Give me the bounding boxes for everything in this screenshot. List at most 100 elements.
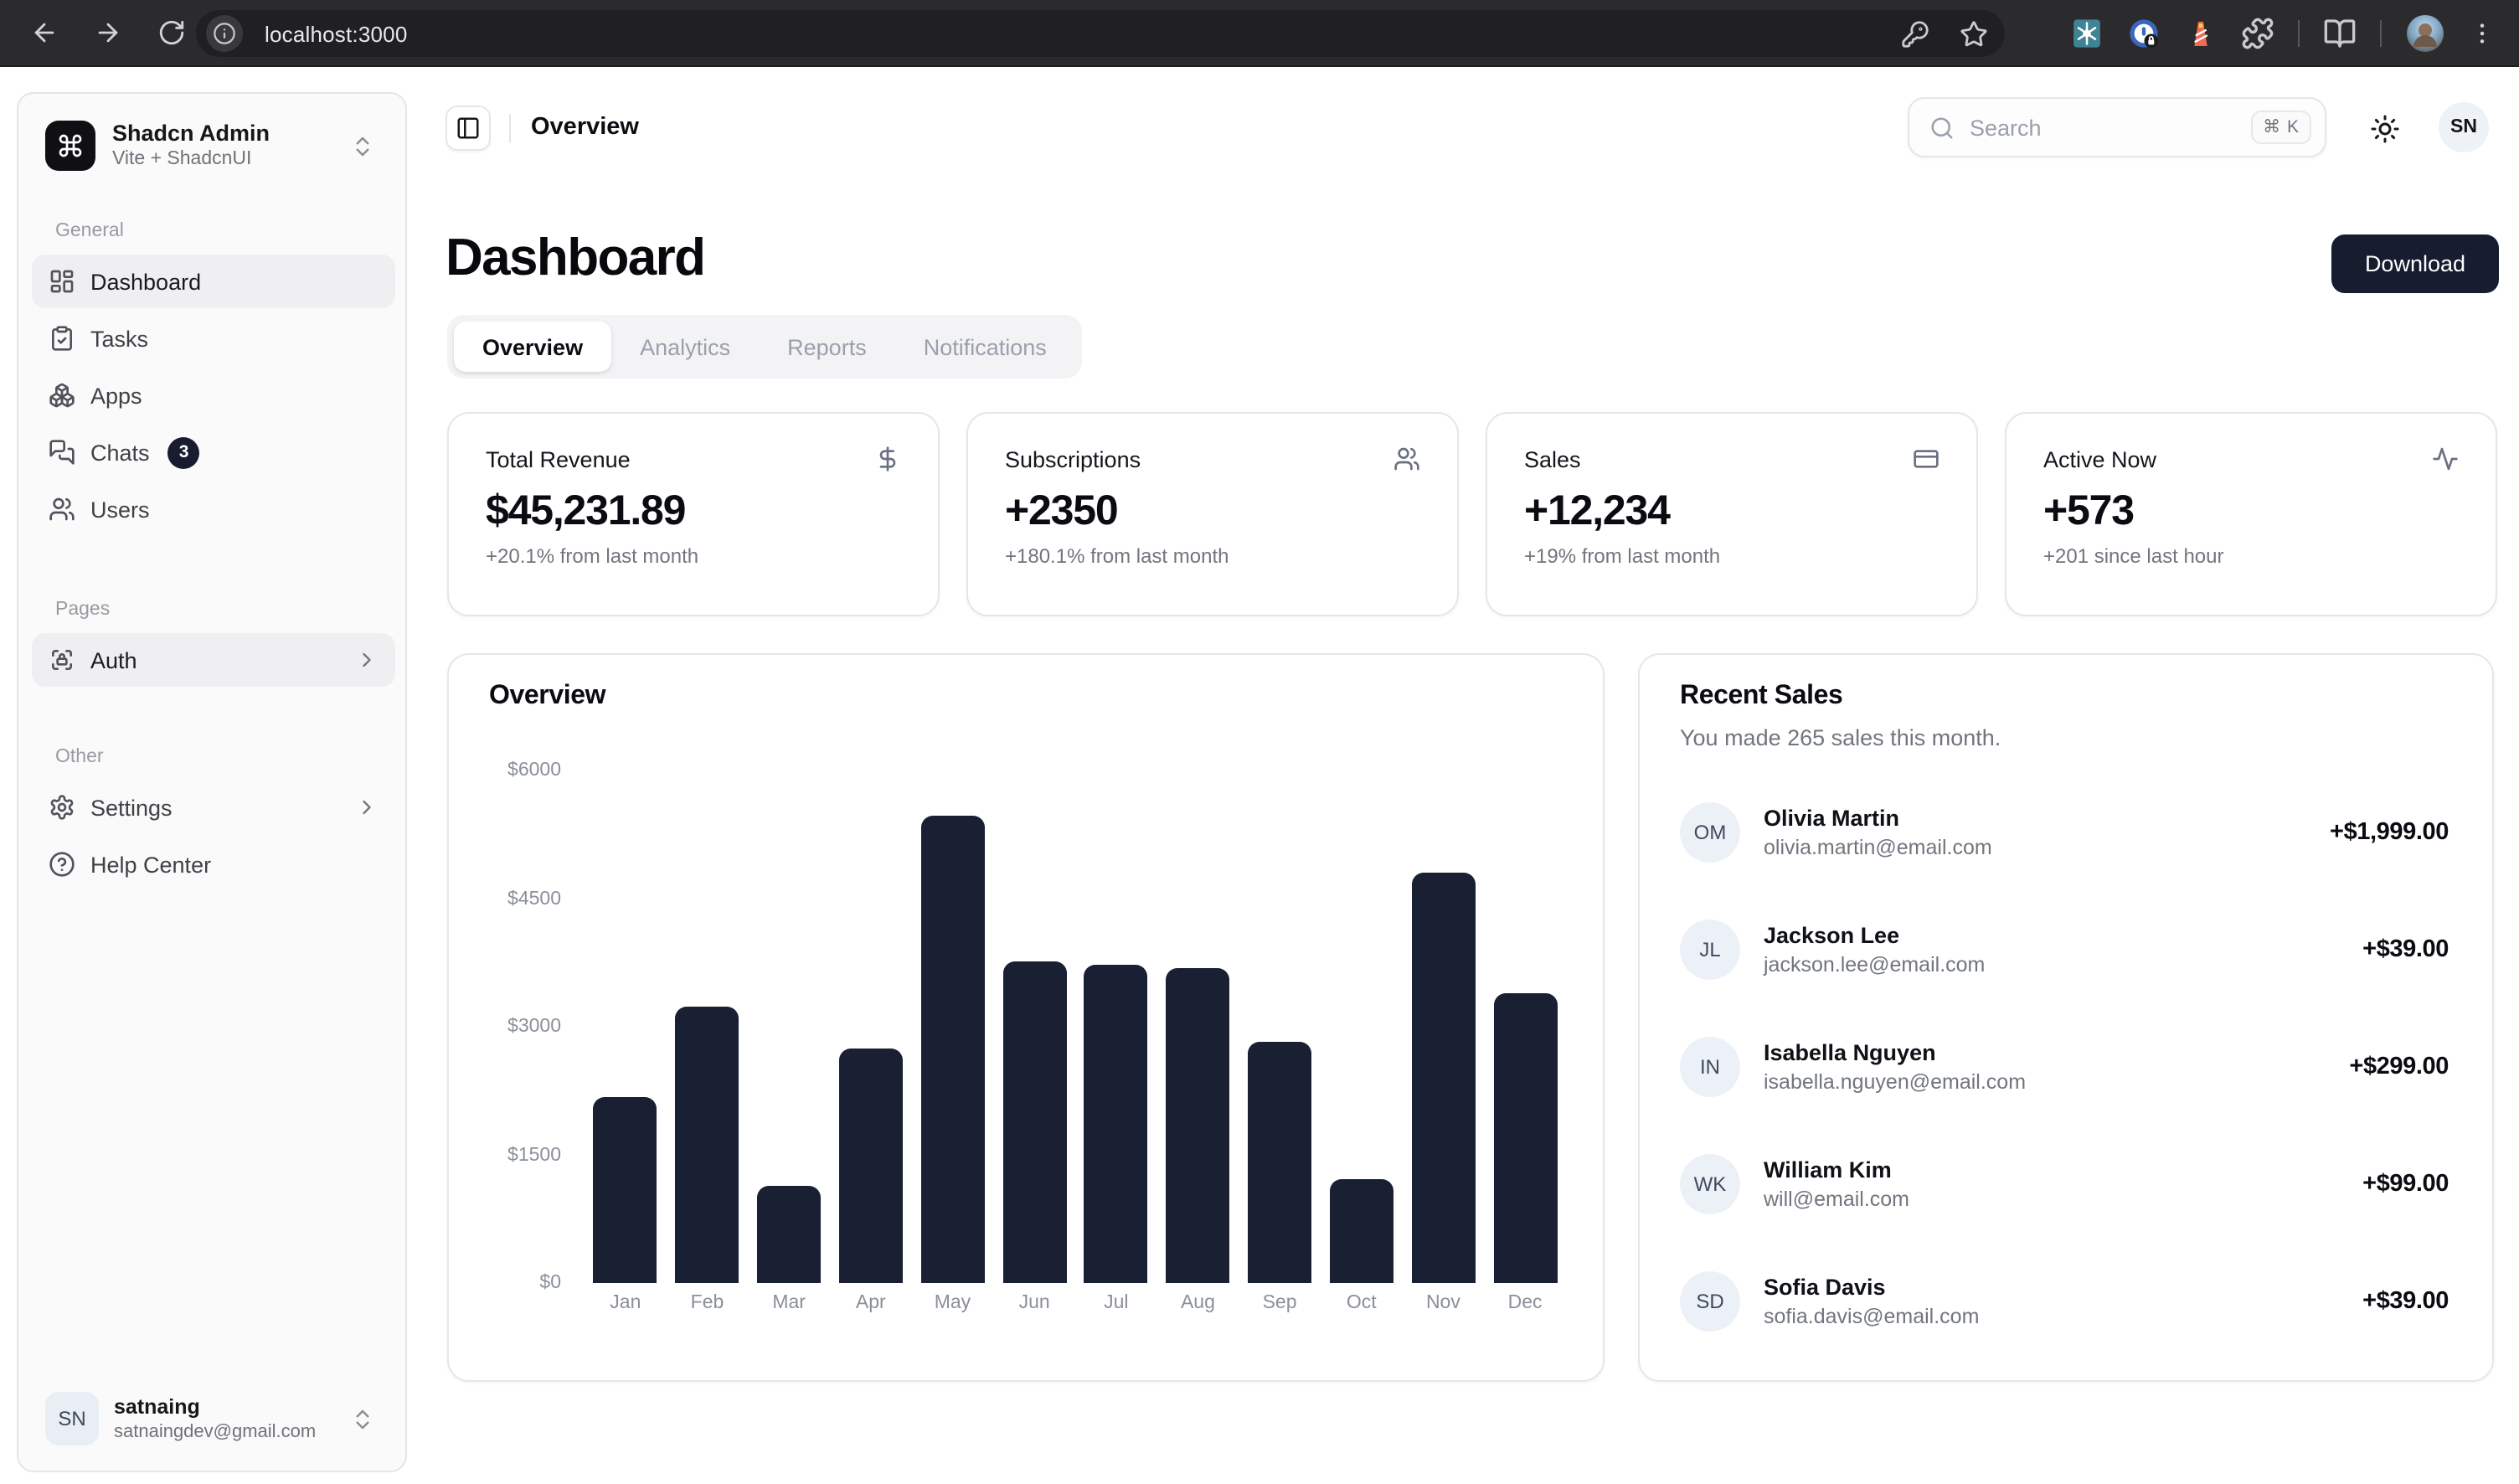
page-title: Dashboard (446, 228, 704, 288)
address-bar[interactable]: localhost:3000 (196, 10, 2005, 57)
layout-dashboard-icon (49, 268, 75, 295)
help-circle-icon (49, 851, 75, 878)
sale-customer-name: Olivia Martin (1764, 803, 1992, 832)
sidebar-item-settings[interactable]: Settings (32, 781, 395, 834)
user-email: satnaingdev@gmail.com (114, 1420, 350, 1443)
stat-card-subscriptions: Subscriptions+2350+180.1% from last mont… (966, 412, 1459, 616)
download-button[interactable]: Download (2331, 234, 2499, 293)
site-info-icon[interactable] (206, 15, 243, 52)
activity-icon (2432, 446, 2459, 472)
bar-slot (830, 770, 912, 1283)
x-tick-label: Dec (1484, 1293, 1566, 1313)
stat-card-value: +12,234 (1524, 487, 1939, 536)
bar-sep (1248, 1042, 1311, 1283)
recent-sales-subtitle: You made 265 sales this month. (1680, 725, 2001, 750)
sidebar-item-dashboard[interactable]: Dashboard (32, 255, 395, 308)
sidebar-item-label: Tasks (90, 326, 148, 351)
onepassword-extension-icon[interactable] (2127, 17, 2161, 50)
sidebar-item-help-center[interactable]: Help Center (32, 837, 395, 891)
sale-meta: Isabella Nguyenisabella.nguyen@email.com (1764, 1038, 2026, 1096)
teal-extension-icon[interactable] (2070, 17, 2104, 50)
sale-avatar: SD (1680, 1271, 1740, 1332)
chevrons-up-down-icon (350, 133, 375, 158)
search-input[interactable] (1955, 115, 2251, 140)
y-tick-label: $3000 (462, 1015, 561, 1038)
key-icon[interactable] (1901, 19, 1929, 48)
star-icon[interactable] (1960, 19, 1988, 48)
bar-slot (993, 770, 1075, 1283)
y-tick-label: $4500 (462, 887, 561, 910)
bar-apr (839, 1049, 903, 1283)
search-icon (1929, 115, 1955, 140)
sale-row-isabella-nguyen: INIsabella Nguyenisabella.nguyen@email.c… (1680, 1008, 2449, 1126)
sale-avatar: OM (1680, 802, 1740, 863)
stat-card-change: +180.1% from last month (1005, 544, 1420, 568)
tab-reports[interactable]: Reports (759, 322, 895, 372)
bar-feb (675, 1007, 739, 1283)
stat-cards: Total Revenue$45,231.89+20.1% from last … (447, 412, 2497, 616)
puzzle-extensions-icon[interactable] (2241, 17, 2274, 50)
sidebar-item-tasks[interactable]: Tasks (32, 312, 395, 365)
back-icon[interactable] (23, 13, 64, 53)
sidebar: Shadcn Admin Vite + ShadcnUI General Dash… (17, 92, 407, 1472)
header-divider (509, 114, 511, 142)
y-tick-label: $1500 (462, 1143, 561, 1167)
users-icon (1393, 446, 1420, 472)
sidebar-item-apps[interactable]: Apps (32, 368, 395, 422)
nav-group-label: Other (18, 737, 405, 777)
x-tick-label: Nov (1403, 1293, 1485, 1313)
stat-card-title: Active Now (2043, 446, 2156, 471)
user-avatar: SN (45, 1392, 99, 1445)
sidebar-item-label: Settings (90, 795, 173, 820)
stat-card-title: Subscriptions (1005, 446, 1141, 471)
bar-jan (594, 1097, 657, 1283)
sale-customer-name: Jackson Lee (1764, 920, 1985, 949)
search-input-wrapper[interactable]: ⌘ K (1908, 97, 2326, 157)
bar-may (920, 816, 984, 1283)
nav-group-label: General (18, 211, 405, 251)
sidebar-item-auth[interactable]: Auth (32, 633, 395, 687)
team-switcher[interactable]: Shadcn Admin Vite + ShadcnUI (32, 107, 392, 184)
command-icon (45, 121, 95, 171)
sale-meta: Jackson Leejackson.lee@email.com (1764, 920, 1985, 979)
stat-card-change: +20.1% from last month (486, 544, 901, 568)
bar-slot (585, 770, 667, 1283)
x-tick-label: Apr (830, 1293, 912, 1313)
stat-card-value: +573 (2043, 487, 2459, 536)
sidebar-item-label: Dashboard (90, 269, 201, 294)
nav-group-label: Pages (18, 590, 405, 630)
stat-card-sales: Sales+12,234+19% from last month (1486, 412, 1978, 616)
sidebar-item-users[interactable]: Users (32, 482, 395, 536)
reading-list-icon[interactable] (2323, 17, 2357, 50)
chevron-right-icon (355, 796, 379, 819)
sidebar-item-label: Users (90, 497, 150, 522)
messages-icon (49, 439, 75, 466)
x-tick-label: Oct (1321, 1293, 1403, 1313)
tab-analytics[interactable]: Analytics (611, 322, 759, 372)
sale-amount: +$299.00 (2349, 1054, 2449, 1080)
lighthouse-extension-icon[interactable] (2184, 17, 2218, 50)
lock-access-icon (49, 647, 75, 673)
sidebar-user-menu[interactable]: SN satnaing satnaingdev@gmail.com (32, 1380, 392, 1457)
sidebar-item-chats[interactable]: Chats3 (32, 425, 395, 479)
user-name: satnaing (114, 1394, 350, 1420)
forward-icon[interactable] (87, 13, 127, 53)
team-subtitle: Vite + ShadcnUI (112, 147, 350, 171)
bar-slot (667, 770, 749, 1283)
browser-menu-icon[interactable] (2469, 20, 2496, 47)
header-user-avatar[interactable]: SN (2439, 102, 2489, 152)
bar-slot (1075, 770, 1157, 1283)
tab-overview[interactable]: Overview (454, 322, 611, 372)
recent-sales-title: Recent Sales (1680, 682, 1842, 712)
tab-notifications[interactable]: Notifications (895, 322, 1075, 372)
sidebar-toggle-button[interactable] (446, 106, 491, 151)
y-tick-label: $0 (462, 1271, 561, 1295)
toolbar-divider (2380, 20, 2382, 47)
bar-slot (1403, 770, 1485, 1283)
sale-customer-name: William Kim (1764, 1155, 1909, 1183)
sale-amount: +$39.00 (2362, 1288, 2449, 1315)
browser-profile-avatar[interactable] (2405, 13, 2445, 54)
theme-toggle-button[interactable] (2365, 109, 2405, 149)
reload-icon[interactable] (151, 13, 191, 53)
nav-group-general: General Dashboard Tasks AppsChats3 Users (18, 211, 405, 539)
